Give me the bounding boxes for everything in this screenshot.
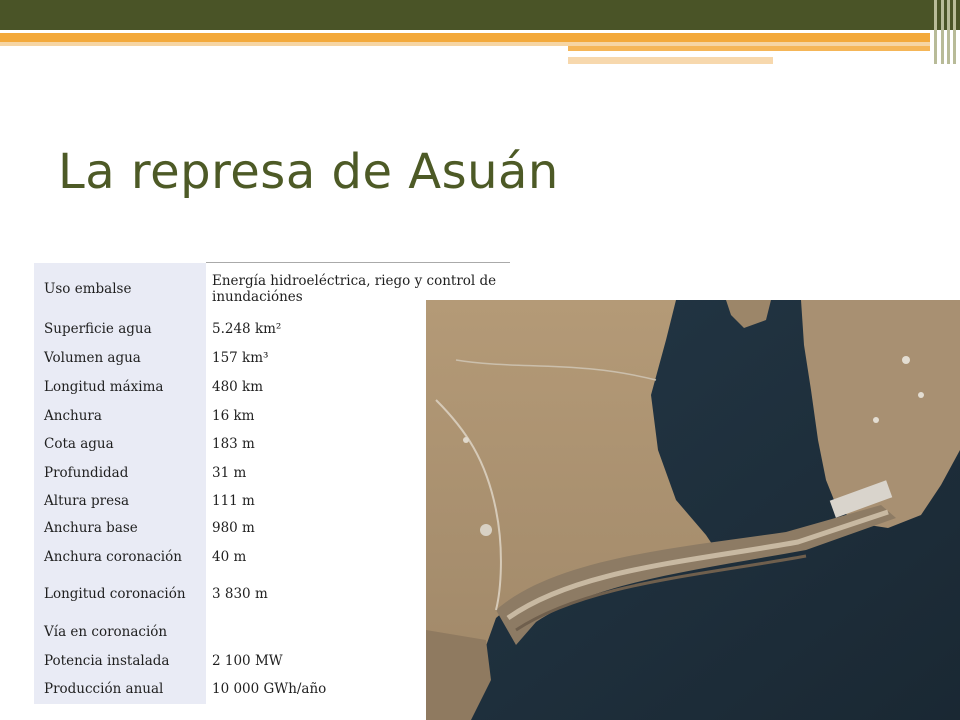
row-label: Anchura [34, 401, 206, 430]
row-label: Anchura coronación [34, 542, 206, 571]
row-label: Longitud coronación [34, 570, 206, 618]
row-label: Profundidad [34, 458, 206, 488]
header-accent-gap [568, 51, 888, 54]
row-label: Uso embalse [34, 262, 206, 315]
aerial-dam-photo [426, 300, 960, 720]
header-accent-stripe [0, 33, 930, 42]
row-label: Potencia instalada [34, 646, 206, 675]
row-label: Altura presa [34, 487, 206, 514]
row-label: Cota agua [34, 429, 206, 459]
row-label: Volumen agua [34, 343, 206, 373]
row-label: Longitud máxima [34, 372, 206, 402]
row-label: Vía en coronación [34, 617, 206, 647]
header-accent-stripe-short-pale [568, 57, 773, 64]
slide-title: La represa de Asuán [58, 144, 559, 200]
row-label: Superficie agua [34, 314, 206, 344]
row-label: Producción anual [34, 674, 206, 704]
row-label: Anchura base [34, 513, 206, 543]
aerial-photo-drawing [426, 300, 960, 720]
header-edge-lines [930, 0, 960, 64]
header-bar [0, 0, 960, 30]
